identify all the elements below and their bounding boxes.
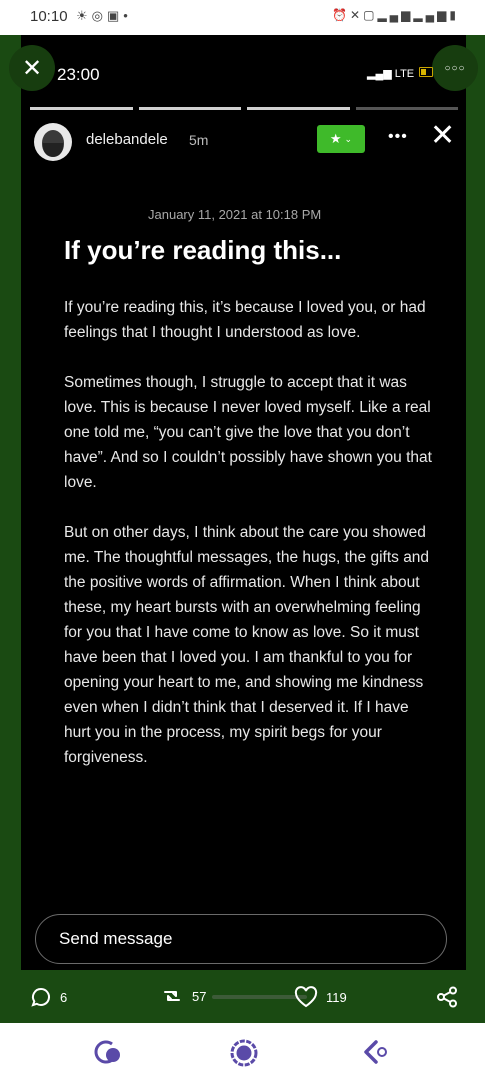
alarm-icon: ⏰	[332, 8, 351, 22]
send-message-input[interactable]: Send message	[35, 914, 447, 964]
signal-icon: ▂▄▆	[367, 68, 395, 80]
recent-apps-icon	[94, 1040, 120, 1064]
recent-apps-button[interactable]	[92, 1038, 124, 1071]
network-indicator: ▂▄▆ LTE	[367, 68, 415, 80]
progress-segment	[247, 107, 350, 110]
mute-icon: ✕	[350, 8, 364, 22]
post-title: If you’re reading this...	[64, 235, 342, 265]
restory-button[interactable]: 57	[160, 986, 206, 1006]
chevron-down-icon: ⌄	[344, 133, 353, 144]
back-icon	[364, 1040, 387, 1064]
share-button[interactable]	[436, 986, 458, 1008]
close-viewer-button[interactable]: ✕	[9, 45, 55, 91]
dot-icon: •	[123, 8, 132, 23]
star-icon: ★	[329, 131, 342, 146]
restory-count: 57	[192, 988, 207, 1004]
post-time: 5m	[189, 132, 209, 148]
like-button[interactable]: 119	[294, 986, 347, 1008]
system-icons: ⏰✕▢▂▄▆▂▄▆▮	[332, 8, 459, 22]
clock: 10:10	[30, 8, 68, 25]
signal-icon: ▂▄▆	[377, 8, 414, 22]
progress-segment	[30, 107, 133, 110]
paragraph: But on other days, I think about the car…	[64, 524, 430, 766]
favorite-button[interactable]: ★ ⌄	[317, 125, 365, 153]
battery-icon	[419, 67, 433, 77]
sunrise-icon: ☀	[76, 8, 92, 23]
like-count: 119	[326, 989, 347, 1005]
lock-icon: ▢	[363, 8, 378, 22]
share-icon	[437, 986, 457, 1008]
action-bar: 6 57 119	[0, 970, 485, 1023]
home-button[interactable]	[229, 1038, 259, 1073]
paragraph: If you’re reading this, it’s because I l…	[64, 299, 426, 341]
notification-icons: ☀◎▣•	[76, 8, 132, 24]
progress-track	[212, 995, 307, 999]
comment-button[interactable]: 6	[30, 986, 67, 1008]
story-frame: ✕ ○○○ 23:00 ▂▄▆ LTE delebandele 5m ★ ⌄ •…	[0, 35, 485, 1023]
avatar[interactable]	[34, 123, 72, 161]
comment-count: 6	[60, 989, 68, 1005]
system-nav-bar	[0, 1023, 485, 1080]
progress-segment	[355, 107, 458, 110]
gallery-icon: ▣	[107, 8, 124, 23]
home-icon	[230, 1039, 258, 1067]
post-body: If you’re reading this, it’s because I l…	[64, 295, 434, 795]
close-icon: ✕	[21, 54, 43, 82]
post-date: January 11, 2021 at 10:18 PM	[148, 207, 322, 222]
phone-status-bar: 10:10 ☀◎▣• ⏰✕▢▂▄▆▂▄▆▮	[0, 0, 485, 35]
username[interactable]: delebandele	[86, 131, 168, 148]
close-story-button[interactable]: ✕	[430, 121, 455, 151]
heart-icon	[294, 986, 318, 1008]
repost-icon	[164, 991, 180, 1001]
signal-icon: ▂▄▆	[413, 8, 450, 22]
comment-icon	[31, 987, 50, 1007]
more-icon: ○○○	[444, 62, 466, 74]
story-progress	[30, 107, 458, 110]
more-options-icon[interactable]: •••	[388, 128, 408, 146]
battery-icon: ▮	[449, 8, 459, 22]
back-button[interactable]	[362, 1038, 392, 1071]
paragraph: Sometimes though, I struggle to accept t…	[64, 374, 432, 491]
viewer-menu-button[interactable]: ○○○	[432, 45, 478, 91]
progress-segment	[138, 107, 241, 110]
instagram-icon: ◎	[91, 8, 107, 23]
story-screenshot-time: 23:00	[57, 65, 100, 84]
